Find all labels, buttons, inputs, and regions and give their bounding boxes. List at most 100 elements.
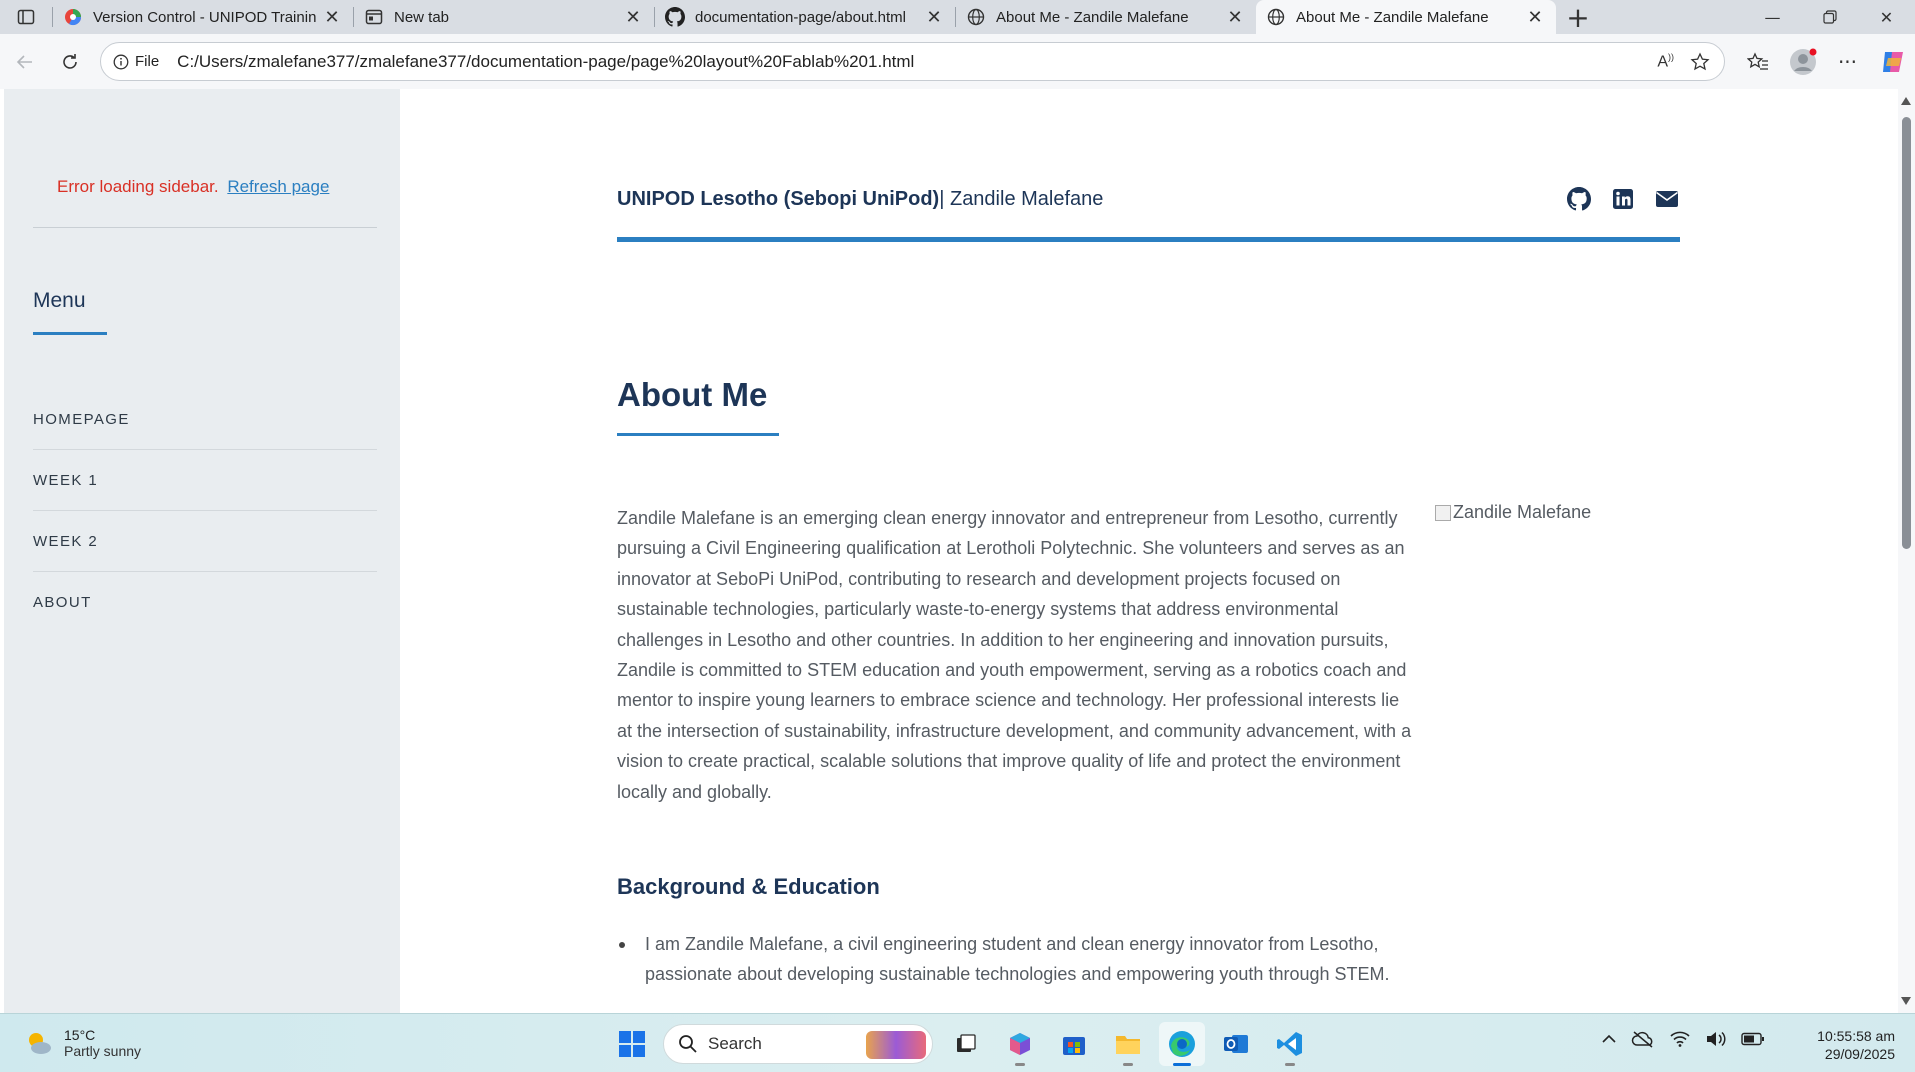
close-window-icon[interactable]: ✕ xyxy=(1858,0,1915,34)
store-icon xyxy=(1063,1037,1085,1055)
browser-tab-strip: Version Control - UNIPOD Trainin ✕ New t… xyxy=(0,0,1915,34)
close-icon[interactable]: ✕ xyxy=(1224,6,1246,28)
scrollbar-thumb[interactable] xyxy=(1902,117,1911,549)
edge-icon xyxy=(1169,1031,1195,1057)
clock-time: 10:55:58 am xyxy=(1817,1028,1895,1044)
weather-temp: 15°C xyxy=(64,1027,96,1043)
sidebar-item-week-2[interactable]: WEEK 2 xyxy=(33,511,377,572)
outlook-app[interactable] xyxy=(1213,1022,1259,1066)
running-indicator xyxy=(1015,1063,1025,1066)
close-icon[interactable]: ✕ xyxy=(1524,6,1546,28)
profile-image-alt: Zandile Malefane xyxy=(1453,502,1592,522)
address-toolbar: File C:/Users/zmalefane377/zmalefane377/… xyxy=(0,34,1915,89)
background-education-heading: Background & Education xyxy=(617,874,880,899)
start-button[interactable] xyxy=(609,1022,655,1066)
globe-icon xyxy=(966,7,986,27)
favorites-button[interactable] xyxy=(1735,39,1780,84)
tab-title: documentation-page/about.html xyxy=(695,8,906,26)
list-item: I am Zandile Malefane, a civil engineeri… xyxy=(617,929,1412,990)
sidebar-menu-title: Menu xyxy=(33,289,86,312)
menu-title-underline xyxy=(33,332,107,335)
task-view-button[interactable] xyxy=(943,1022,989,1066)
unipod-favicon-icon xyxy=(63,7,83,27)
edge-app[interactable] xyxy=(1159,1022,1205,1066)
favorite-star-icon[interactable] xyxy=(1690,51,1710,72)
github-icon[interactable] xyxy=(1566,186,1592,212)
system-clock[interactable]: 10:55:58 am 29/09/2025 xyxy=(1817,1027,1895,1063)
back-arrow-icon xyxy=(16,54,32,69)
minimize-icon[interactable]: — xyxy=(1744,0,1801,34)
site-title-org: UNIPOD Lesotho (Sebopi UniPod) xyxy=(617,187,940,210)
browser-tab[interactable]: About Me - Zandile Malefane ✕ xyxy=(956,0,1256,34)
browser-tab[interactable]: New tab ✕ xyxy=(354,0,654,34)
browser-tab[interactable]: Version Control - UNIPOD Trainin ✕ xyxy=(53,0,353,34)
url-text[interactable]: C:/Users/zmalefane377/zmalefane377/docum… xyxy=(177,52,1657,72)
new-tab-button[interactable]: + xyxy=(1556,0,1600,34)
taskbar-search[interactable]: Search xyxy=(663,1024,933,1064)
settings-more-button[interactable]: ··· xyxy=(1825,39,1870,84)
sidebar-error-text: Error loading sidebar. xyxy=(57,177,219,196)
background-list: I am Zandile Malefane, a civil engineeri… xyxy=(617,929,1412,990)
sidebar-item-week-1[interactable]: WEEK 1 xyxy=(33,450,377,511)
email-icon[interactable] xyxy=(1654,186,1680,212)
sidebar-item-about[interactable]: ABOUT xyxy=(33,572,377,633)
close-icon[interactable]: ✕ xyxy=(321,6,343,28)
weather-widget[interactable]: 15°C Partly sunny xyxy=(24,1027,141,1059)
tab-title: About Me - Zandile Malefane xyxy=(996,8,1189,26)
page-viewport: Error loading sidebar. Refresh page Menu… xyxy=(0,89,1898,1013)
browser-tab[interactable]: documentation-page/about.html ✕ xyxy=(655,0,955,34)
outlook-icon xyxy=(1224,1035,1248,1053)
running-indicator xyxy=(1123,1063,1133,1066)
m365-icon xyxy=(1010,1033,1030,1055)
sidebar-error: Error loading sidebar. Refresh page xyxy=(57,177,329,197)
globe-icon xyxy=(1266,7,1286,27)
weather-condition: Partly sunny xyxy=(64,1043,142,1059)
refresh-page-link[interactable]: Refresh page xyxy=(227,177,329,196)
task-view-icon xyxy=(957,1034,976,1052)
vscode-app[interactable] xyxy=(1267,1022,1313,1066)
tab-title: New tab xyxy=(394,8,450,26)
profile-button[interactable] xyxy=(1780,39,1825,84)
restore-icon[interactable] xyxy=(1801,0,1858,34)
read-aloud-icon[interactable]: A)) xyxy=(1657,52,1674,71)
browser-tab-active[interactable]: About Me - Zandile Malefane ✕ xyxy=(1256,0,1556,34)
scroll-up-arrow-icon[interactable] xyxy=(1901,97,1911,105)
site-title[interactable]: UNIPOD Lesotho (Sebopi UniPod)| Zandile … xyxy=(617,188,1103,211)
vertical-scrollbar[interactable] xyxy=(1898,89,1915,1013)
onedrive-icon[interactable] xyxy=(1631,1030,1655,1048)
search-icon xyxy=(679,1035,697,1053)
running-indicator xyxy=(1285,1063,1295,1066)
partly-sunny-icon xyxy=(29,1033,51,1054)
linkedin-icon[interactable] xyxy=(1610,186,1636,212)
store-app[interactable] xyxy=(1051,1022,1097,1066)
running-indicator xyxy=(1173,1063,1191,1066)
volume-icon[interactable] xyxy=(1705,1030,1727,1048)
social-links xyxy=(1566,186,1680,212)
wifi-icon[interactable] xyxy=(1669,1030,1691,1048)
chevron-up-icon[interactable] xyxy=(1601,1033,1617,1045)
close-icon[interactable]: ✕ xyxy=(622,6,644,28)
file-explorer-app[interactable] xyxy=(1105,1022,1151,1066)
battery-icon[interactable] xyxy=(1741,1032,1765,1046)
window-controls: — ✕ xyxy=(1744,0,1915,34)
m365-app[interactable] xyxy=(997,1022,1043,1066)
refresh-button[interactable] xyxy=(47,39,92,84)
search-placeholder: Search xyxy=(708,1034,762,1053)
scroll-down-arrow-icon[interactable] xyxy=(1901,997,1911,1005)
sidebar-item-homepage[interactable]: HOMEPAGE xyxy=(33,389,377,450)
refresh-icon xyxy=(62,53,77,69)
page-title-underline xyxy=(617,433,779,436)
tab-actions-icon xyxy=(17,9,35,25)
close-icon[interactable]: ✕ xyxy=(923,6,945,28)
sidebar-nav: HOMEPAGE WEEK 1 WEEK 2 ABOUT xyxy=(33,389,377,633)
windows-taskbar: 15°C Partly sunny Search 10:55:58 am 29/… xyxy=(0,1013,1915,1072)
site-info-chip[interactable]: File xyxy=(113,53,159,70)
address-bar[interactable]: File C:/Users/zmalefane377/zmalefane377/… xyxy=(100,42,1725,81)
tab-title: About Me - Zandile Malefane xyxy=(1296,8,1489,26)
back-button[interactable] xyxy=(2,39,47,84)
copilot-icon xyxy=(1882,51,1903,72)
broken-image-icon xyxy=(1435,504,1451,521)
copilot-button[interactable] xyxy=(1870,39,1915,84)
tab-actions-button[interactable] xyxy=(0,0,52,34)
github-icon xyxy=(665,7,685,27)
